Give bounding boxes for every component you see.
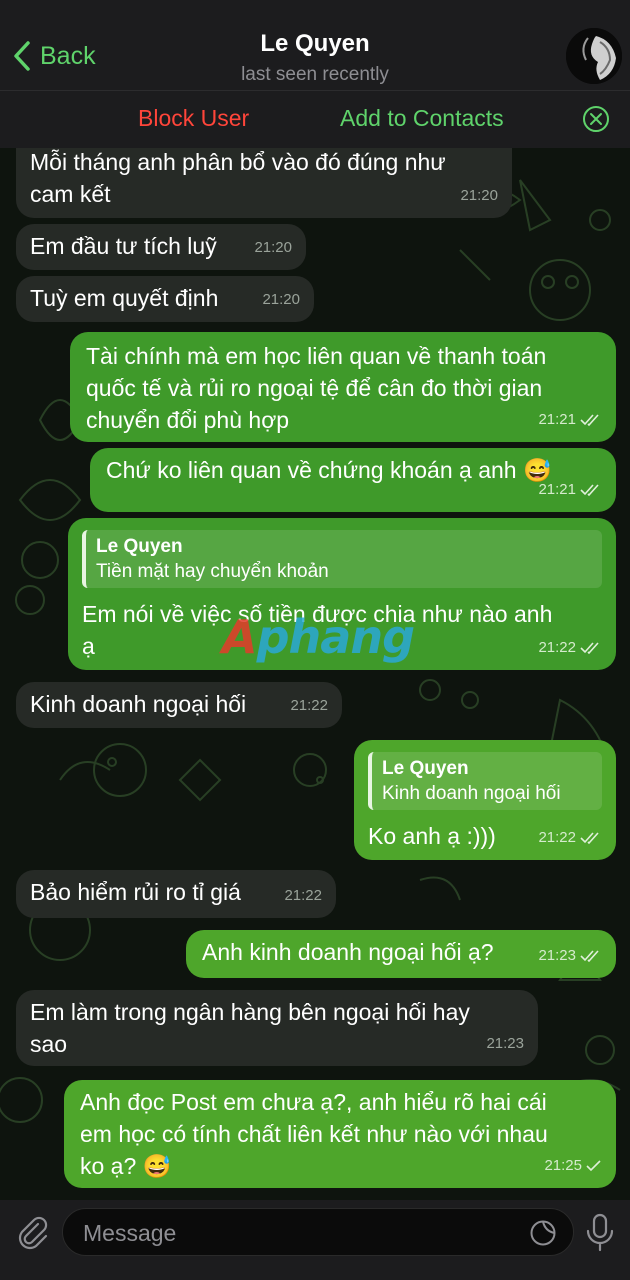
message-text: Kinh doanh ngoại hối: [30, 691, 247, 717]
contact-name: Le Quyen: [260, 30, 370, 57]
message-bubble-incoming[interactable]: Bảo hiểm rủi ro tỉ giá 21:22: [16, 870, 336, 918]
message-text: Mỗi tháng anh phân bổ vào đó đúng như ca…: [30, 149, 446, 207]
block-user-button[interactable]: Block User: [138, 105, 249, 132]
reply-text: Kinh doanh ngoại hối: [382, 783, 561, 804]
message-bubble-incoming[interactable]: Kinh doanh ngoại hối 21:22: [16, 682, 342, 728]
message-bubble-incoming[interactable]: Mỗi tháng anh phân bổ vào đó đúng như ca…: [16, 140, 512, 218]
back-label: Back: [40, 41, 96, 70]
avatar[interactable]: [566, 28, 622, 84]
message-bubble-incoming[interactable]: Em làm trong ngân hàng bên ngoại hối hay…: [16, 990, 538, 1066]
message-time: 21:22: [538, 822, 602, 854]
message-bubble-outgoing[interactable]: Anh đọc Post em chưa ạ?, anh hiểu rõ hai…: [64, 1080, 616, 1188]
close-icon[interactable]: [582, 105, 610, 133]
message-field[interactable]: [62, 1208, 574, 1256]
reply-author: Le Quyen: [96, 536, 183, 557]
add-to-contacts-button[interactable]: Add to Contacts: [340, 105, 504, 132]
back-button[interactable]: Back: [12, 38, 96, 74]
reply-quote[interactable]: Le Quyen Tiền mặt hay chuyển khoản: [82, 530, 602, 588]
message-bubble-outgoing[interactable]: Anh kinh doanh ngoại hối ạ? 21:23: [186, 930, 616, 978]
double-check-icon: [580, 642, 599, 654]
double-check-icon: [580, 414, 599, 426]
message-time: 21:20: [254, 239, 292, 256]
message-bubble-outgoing[interactable]: Chứ ko liên quan về chứng khoán ạ anh 😅 …: [90, 448, 616, 512]
message-text: Em đầu tư tích luỹ: [30, 233, 217, 259]
message-text: Chứ ko liên quan về chứng khoán ạ anh 😅: [106, 457, 552, 483]
message-bubble-incoming[interactable]: Em đầu tư tích luỹ 21:20: [16, 224, 306, 270]
message-time: 21:20: [460, 187, 498, 204]
message-text: Em làm trong ngân hàng bên ngoại hối hay…: [30, 999, 470, 1057]
microphone-icon[interactable]: [584, 1212, 616, 1252]
message-time: 21:22: [284, 887, 322, 904]
message-time: 21:21: [538, 404, 602, 436]
nav-bar: Back Le Quyen last seen recently: [0, 0, 630, 90]
double-check-icon: [580, 832, 599, 844]
message-text: Anh đọc Post em chưa ạ?, anh hiểu rõ hai…: [80, 1089, 548, 1179]
message-time: 21:21: [538, 474, 602, 506]
message-time: 21:25: [544, 1150, 602, 1182]
reply-text: Tiền mặt hay chuyển khoản: [96, 561, 329, 582]
chat-header: Back Le Quyen last seen recently Block U…: [0, 0, 630, 148]
reply-quote[interactable]: Le Quyen Kinh doanh ngoại hối: [368, 752, 602, 810]
message-bubble-incoming[interactable]: Tuỳ em quyết định 21:20: [16, 276, 314, 322]
message-time: 21:23: [538, 940, 602, 972]
lion-avatar-icon: [566, 28, 622, 84]
double-check-icon: [580, 950, 599, 962]
double-check-icon: [580, 484, 599, 496]
message-time: 21:22: [290, 697, 328, 714]
check-icon: [586, 1160, 601, 1172]
action-bar: Block User Add to Contacts: [0, 90, 630, 149]
message-bubble-outgoing[interactable]: Le Quyen Kinh doanh ngoại hối Ko anh ạ :…: [354, 740, 616, 860]
paperclip-icon[interactable]: [14, 1214, 50, 1250]
contact-info[interactable]: Le Quyen last seen recently: [160, 30, 470, 86]
message-time: 21:20: [262, 291, 300, 308]
message-time: 21:23: [486, 1035, 524, 1052]
message-text: Tuỳ em quyết định: [30, 285, 219, 311]
message-bubble-outgoing[interactable]: Tài chính mà em học liên quan về thanh t…: [70, 332, 616, 442]
sticker-icon[interactable]: [529, 1219, 557, 1247]
message-input-bar: [0, 1200, 630, 1280]
message-input[interactable]: [81, 1217, 505, 1249]
reply-author: Le Quyen: [382, 758, 469, 779]
aphang-watermark: Aphang: [222, 610, 415, 664]
message-time: 21:22: [538, 632, 602, 664]
chevron-left-icon: [14, 41, 30, 71]
message-text: Tài chính mà em học liên quan về thanh t…: [86, 343, 547, 433]
message-text: Bảo hiểm rủi ro tỉ giá: [30, 879, 241, 905]
contact-status: last seen recently: [241, 64, 389, 85]
